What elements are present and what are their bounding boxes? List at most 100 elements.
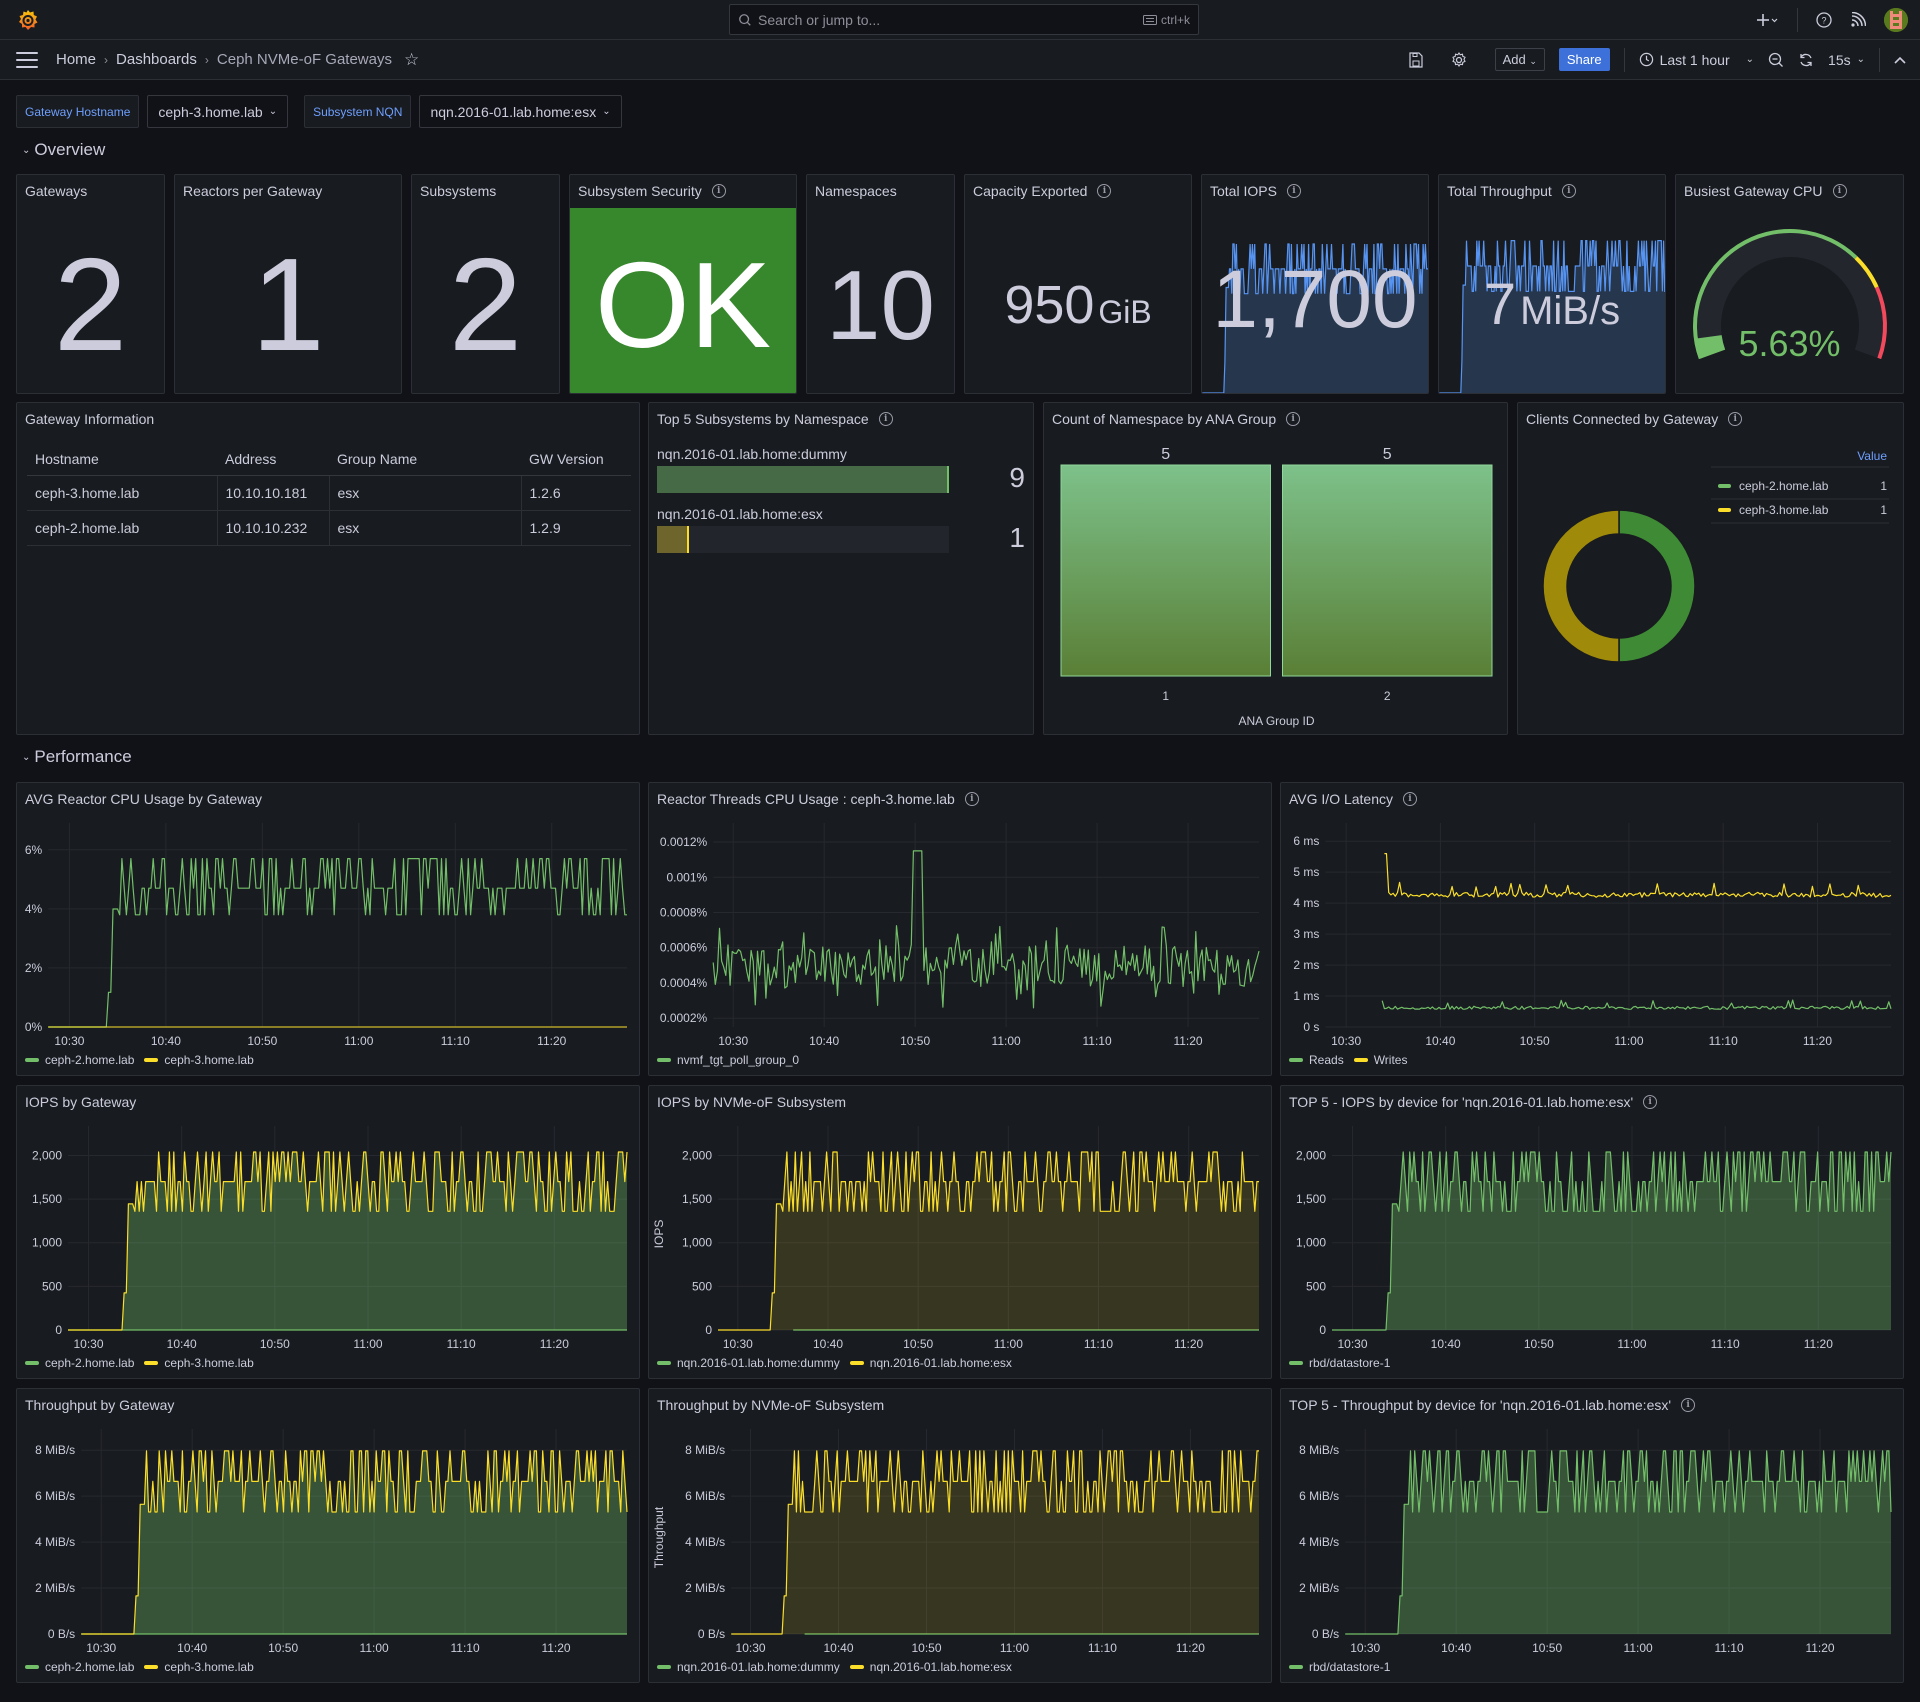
refresh-interval-picker[interactable]: 15s ⌄ [1828, 52, 1865, 68]
x-tick-label: 10:40 [809, 1034, 839, 1048]
y-tick-label: 2 MiB/s [1299, 1581, 1339, 1595]
y-tick-label: 2,000 [32, 1148, 62, 1162]
add-button-label: Add [1502, 52, 1526, 67]
panel-clients-connected: Clients Connected by Gateway i Value ceph-… [1517, 402, 1904, 735]
row-toggle-performance[interactable]: ⌄ Performance [22, 747, 132, 767]
legend-swatch [849, 1361, 864, 1365]
gauge [1693, 229, 1887, 360]
user-avatar[interactable] [1884, 8, 1908, 32]
time-range-picker[interactable]: Last 1 hour ⌄ [1639, 52, 1754, 68]
column-header[interactable]: Address [217, 443, 329, 476]
x-axis-label: ANA Group ID [1238, 714, 1314, 728]
y-tick-label: 0 [55, 1323, 62, 1337]
legend-item[interactable]: rbd/datastore-1 [1289, 1356, 1390, 1370]
panel-title-text: Reactor Threads CPU Usage : ceph-3.home.… [657, 791, 955, 807]
timeseries-chart: 0 500 1,000 1,500 2,000 IOPS 10:30 10:40 10:50 11… [652, 1126, 1259, 1351]
panel-namespaces: Namespaces 10 [806, 174, 955, 394]
favorite-star-icon[interactable]: ☆ [404, 50, 419, 70]
legend-item[interactable]: rbd/datastore-1 [1289, 1660, 1390, 1674]
hamburger-line [16, 51, 38, 54]
info-icon[interactable]: i [878, 412, 893, 426]
info-icon[interactable]: i [1832, 184, 1847, 198]
x-tick-label: 11:20 [540, 1337, 569, 1351]
legend-item[interactable]: Writes [1353, 1053, 1407, 1067]
y-tick-label: 2 MiB/s [35, 1581, 75, 1595]
info-icon[interactable]: i [1681, 1398, 1696, 1412]
info-icon[interactable]: i [1286, 184, 1301, 198]
hamburger-line [16, 65, 38, 68]
help-button[interactable]: ? [1816, 12, 1832, 28]
variable-select-gateway-hostname[interactable]: ceph-3.home.lab ⌄ [147, 95, 289, 128]
divider [1879, 47, 1880, 72]
info-icon[interactable]: i [964, 792, 979, 806]
x-tick-label: 10:30 [1331, 1034, 1361, 1048]
panel-title-text: AVG I/O Latency [1289, 791, 1394, 807]
y-tick-label: 4 MiB/s [685, 1535, 725, 1549]
info-icon[interactable]: i [1643, 1095, 1658, 1109]
panel-gateway-information: Gateway Information Hostname Address Gro… [16, 402, 640, 735]
y-tick-label: 8 MiB/s [35, 1443, 75, 1457]
panel-title-text: Total IOPS [1210, 183, 1277, 199]
table-row[interactable]: ceph-2.home.lab 10.10.10.232 esx 1.2.9 [27, 510, 631, 546]
legend-item[interactable]: nqn.2016-01.lab.home:esx [849, 1660, 1012, 1674]
time-range-label: Last 1 hour [1659, 51, 1730, 68]
legend-item[interactable]: nvmf_tgt_poll_group_0 [657, 1053, 799, 1067]
row-toggle-overview[interactable]: ⌄ Overview [22, 140, 105, 160]
info-icon[interactable]: i [1097, 184, 1112, 198]
breadcrumb-dashboards[interactable]: Dashboards [116, 51, 197, 68]
collapse-toolbar-button[interactable] [1894, 56, 1906, 64]
refresh-button[interactable] [1798, 52, 1814, 68]
info-icon[interactable]: i [711, 184, 726, 198]
column-header[interactable]: GW Version [521, 443, 631, 476]
zoom-out-time-button[interactable] [1768, 52, 1784, 68]
legend-item[interactable]: nqn.2016-01.lab.home:esx [849, 1356, 1012, 1370]
legend-item[interactable]: ceph-2.home.lab [25, 1053, 134, 1067]
panel-title-text: Reactors per Gateway [183, 183, 323, 199]
bar-gauge-fill [657, 526, 690, 553]
table-header-row: Hostname Address Group Name GW Version [27, 443, 631, 476]
search-input[interactable]: Search or jump to... ctrl+k [729, 4, 1199, 35]
legend-swatch [1718, 484, 1731, 488]
legend-item[interactable]: ceph-3.home.lab [144, 1053, 254, 1067]
grafana-logo-icon[interactable] [16, 8, 40, 32]
menu-toggle-button[interactable] [16, 51, 38, 68]
column-header[interactable]: Hostname [27, 443, 217, 476]
chevron-down-icon: ⌄ [602, 106, 611, 117]
x-tick-label: 11:00 [994, 1337, 1023, 1351]
legend-item[interactable]: nqn.2016-01.lab.home:dummy [657, 1356, 840, 1370]
legend-item[interactable]: ceph-2.home.lab [25, 1356, 134, 1370]
new-menu-button[interactable] [1757, 13, 1779, 27]
table-row[interactable]: ceph-3.home.lab 10.10.10.181 esx 1.2.6 [27, 475, 631, 511]
x-tick-label: 11:00 [353, 1337, 382, 1351]
legend-item[interactable]: Reads [1289, 1053, 1344, 1067]
y-tick-label: 6% [25, 843, 43, 857]
legend-item[interactable]: ceph-3.home.lab [144, 1660, 254, 1674]
breadcrumb-home[interactable]: Home [56, 51, 96, 68]
gauge-value: 5.63% [1738, 323, 1841, 364]
timeseries-chart: 0.0002% 0.0004% 0.0006% 0.0008% 0.001% 0.0012… [660, 823, 1260, 1048]
legend-label: ceph-2.home.lab [45, 1660, 135, 1674]
info-icon[interactable]: i [1286, 412, 1301, 426]
x-tick-label: 1 [1162, 689, 1169, 703]
legend-item[interactable]: nqn.2016-01.lab.home:dummy [657, 1660, 840, 1674]
info-icon[interactable]: i [1403, 792, 1418, 806]
gear-icon [1451, 51, 1466, 67]
variable-select-subsystem-nqn[interactable]: nqn.2016-01.lab.home:esx ⌄ [419, 95, 622, 128]
y-tick-label: 0% [25, 1020, 43, 1034]
save-icon [1408, 51, 1423, 68]
bar-chart: 5 1 5 2 ANA Group ID [1060, 446, 1493, 728]
news-button[interactable] [1850, 12, 1866, 28]
legend-swatch [144, 1361, 159, 1365]
info-icon[interactable]: i [1561, 184, 1576, 198]
save-dashboard-button[interactable] [1408, 51, 1423, 68]
panel-avg-cpu: AVG Reactor CPU Usage by Gateway 0% 2% 4% 6%… [16, 782, 640, 1076]
legend-item[interactable]: ceph-3.home.lab [144, 1356, 254, 1370]
panel-title: TOP 5 - Throughput by device for 'nqn.20… [1289, 1397, 1696, 1413]
legend-item[interactable]: ceph-2.home.lab [25, 1660, 134, 1674]
column-header[interactable]: Group Name [329, 443, 521, 476]
share-button[interactable]: Share [1558, 48, 1610, 71]
info-icon[interactable]: i [1728, 412, 1743, 426]
add-button[interactable]: Add ⌄ [1494, 48, 1545, 71]
legend-swatch [25, 1665, 39, 1669]
dashboard-settings-button[interactable] [1451, 51, 1467, 68]
